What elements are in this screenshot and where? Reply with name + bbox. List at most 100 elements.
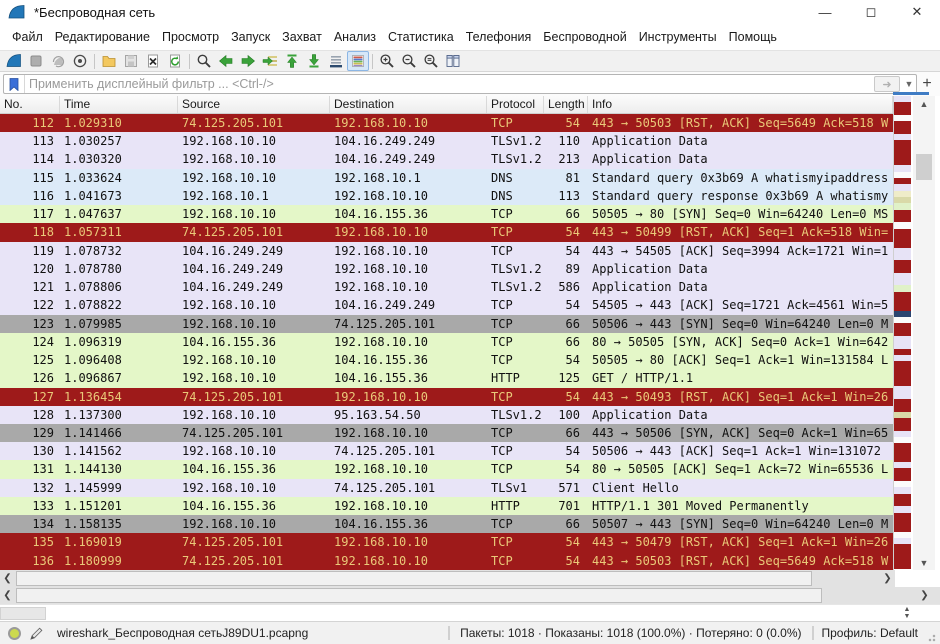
packet-row[interactable]: 132 1.145999 192.168.10.10 74.125.205.10… xyxy=(0,479,893,497)
filter-bookmark-icon[interactable] xyxy=(4,75,25,93)
packet-row[interactable]: 127 1.136454 74.125.205.101 192.168.10.1… xyxy=(0,388,893,406)
capture-options-icon[interactable] xyxy=(69,51,91,71)
scroll-up-icon[interactable]: ▲ xyxy=(913,96,935,111)
column-header-no[interactable]: No. xyxy=(0,96,60,113)
zoom-out-icon[interactable] xyxy=(398,51,420,71)
packet-list-header: No. Time Source Destination Protocol Len… xyxy=(0,96,893,114)
menu-wireless[interactable]: Беспроводной xyxy=(537,26,632,48)
packet-row[interactable]: 119 1.078732 104.16.249.249 192.168.10.1… xyxy=(0,242,893,260)
menu-go[interactable]: Запуск xyxy=(225,26,276,48)
packet-row[interactable]: 114 1.030320 192.168.10.10 104.16.249.24… xyxy=(0,150,893,168)
filter-dropdown-icon[interactable]: ▼ xyxy=(902,75,916,93)
cell-no: 125 xyxy=(0,351,60,369)
menu-analyze[interactable]: Анализ xyxy=(328,26,382,48)
scroll-right-icon[interactable]: ❯ xyxy=(880,570,895,587)
packet-list-hscrollbar[interactable]: ❮ ❯ xyxy=(0,570,895,587)
auto-scroll-icon[interactable] xyxy=(325,51,347,71)
menu-tools[interactable]: Инструменты xyxy=(633,26,723,48)
packet-row[interactable]: 134 1.158135 192.168.10.10 104.16.155.36… xyxy=(0,515,893,533)
intelligent-scrollbar-minimap[interactable] xyxy=(893,96,911,570)
zoom-original-icon[interactable] xyxy=(420,51,442,71)
cell-length: 89 xyxy=(544,260,588,278)
expert-info-icon[interactable] xyxy=(8,627,21,640)
packet-row[interactable]: 131 1.144130 104.16.155.36 192.168.10.10… xyxy=(0,460,893,478)
close-button[interactable]: ✕ xyxy=(894,0,940,24)
menu-capture[interactable]: Захват xyxy=(276,26,328,48)
menu-help[interactable]: Помощь xyxy=(723,26,783,48)
vertical-scrollbar[interactable]: ▲ ▼ xyxy=(913,96,935,570)
cell-source: 192.168.10.1 xyxy=(178,187,330,205)
minimize-button[interactable]: — xyxy=(802,0,848,24)
reload-file-icon[interactable] xyxy=(164,51,186,71)
hscrollbar-thumb[interactable] xyxy=(16,571,812,586)
packet-row[interactable]: 124 1.096319 104.16.155.36 192.168.10.10… xyxy=(0,333,893,351)
scroll-left-icon[interactable]: ❮ xyxy=(0,587,15,604)
packet-row[interactable]: 123 1.079985 192.168.10.10 74.125.205.10… xyxy=(0,315,893,333)
packet-row[interactable]: 120 1.078780 104.16.249.249 192.168.10.1… xyxy=(0,260,893,278)
column-header-length[interactable]: Length xyxy=(544,96,588,113)
column-header-source[interactable]: Source xyxy=(178,96,330,113)
scroll-down-icon[interactable]: ▼ xyxy=(913,555,935,570)
packet-row[interactable]: 115 1.033624 192.168.10.10 192.168.10.1 … xyxy=(0,169,893,187)
cell-destination: 104.16.155.36 xyxy=(330,205,487,223)
packet-row[interactable]: 118 1.057311 74.125.205.101 192.168.10.1… xyxy=(0,223,893,241)
packet-row[interactable]: 128 1.137300 192.168.10.10 95.163.54.50 … xyxy=(0,406,893,424)
go-to-packet-icon[interactable] xyxy=(259,51,281,71)
packet-row[interactable]: 136 1.180999 74.125.205.101 192.168.10.1… xyxy=(0,552,893,570)
hscrollbar-thumb[interactable] xyxy=(16,588,822,603)
start-capture-icon[interactable] xyxy=(3,51,25,71)
column-header-protocol[interactable]: Protocol xyxy=(487,96,544,113)
restart-capture-icon[interactable] xyxy=(47,51,69,71)
column-header-info[interactable]: Info xyxy=(588,96,893,113)
menu-file[interactable]: Файл xyxy=(6,26,49,48)
capture-comment-icon[interactable] xyxy=(27,626,45,641)
profile-label[interactable]: Профиль: Default xyxy=(814,626,929,640)
resize-columns-icon[interactable] xyxy=(442,51,464,71)
menu-view[interactable]: Просмотр xyxy=(156,26,225,48)
column-header-time[interactable]: Time xyxy=(60,96,178,113)
packet-row[interactable]: 112 1.029310 74.125.205.101 192.168.10.1… xyxy=(0,114,893,132)
previous-packet-icon[interactable] xyxy=(215,51,237,71)
packet-row[interactable]: 126 1.096867 192.168.10.10 104.16.155.36… xyxy=(0,369,893,387)
resize-grip[interactable] xyxy=(928,632,938,642)
packet-row[interactable]: 117 1.047637 192.168.10.10 104.16.155.36… xyxy=(0,205,893,223)
cell-no: 132 xyxy=(0,479,60,497)
scroll-left-icon[interactable]: ❮ xyxy=(0,570,15,587)
column-header-destination[interactable]: Destination xyxy=(330,96,487,113)
menu-telephony[interactable]: Телефония xyxy=(460,26,538,48)
save-file-icon[interactable] xyxy=(120,51,142,71)
cell-time: 1.096319 xyxy=(60,333,178,351)
packet-row[interactable]: 135 1.169019 74.125.205.101 192.168.10.1… xyxy=(0,533,893,551)
next-packet-icon[interactable] xyxy=(237,51,259,71)
apply-filter-icon[interactable]: ➜ xyxy=(874,76,900,92)
display-filter-input[interactable] xyxy=(25,77,874,91)
find-packet-icon[interactable] xyxy=(193,51,215,71)
packet-row[interactable]: 122 1.078822 192.168.10.10 104.16.249.24… xyxy=(0,296,893,314)
menu-statistics[interactable]: Статистика xyxy=(382,26,460,48)
open-file-icon[interactable] xyxy=(98,51,120,71)
cell-length: 66 xyxy=(544,205,588,223)
colorize-packets-icon[interactable] xyxy=(347,51,369,71)
stop-capture-icon[interactable] xyxy=(25,51,47,71)
packet-row[interactable]: 129 1.141466 74.125.205.101 192.168.10.1… xyxy=(0,424,893,442)
display-filter-field[interactable]: ➜ ▼ xyxy=(3,74,917,94)
packet-row[interactable]: 113 1.030257 192.168.10.10 104.16.249.24… xyxy=(0,132,893,150)
collapsed-scroll-arrows[interactable]: ▲▼ xyxy=(900,606,914,620)
add-filter-button[interactable]: + xyxy=(917,75,937,93)
packet-row[interactable]: 133 1.151201 104.16.155.36 192.168.10.10… xyxy=(0,497,893,515)
maximize-button[interactable]: ◻ xyxy=(848,0,894,24)
packet-row[interactable]: 116 1.041673 192.168.10.1 192.168.10.10 … xyxy=(0,187,893,205)
packet-row[interactable]: 121 1.078806 104.16.249.249 192.168.10.1… xyxy=(0,278,893,296)
scroll-right-icon[interactable]: ❯ xyxy=(917,587,932,604)
zoom-in-icon[interactable] xyxy=(376,51,398,71)
close-file-icon[interactable] xyxy=(142,51,164,71)
packet-row[interactable]: 125 1.096408 192.168.10.10 104.16.155.36… xyxy=(0,351,893,369)
menu-edit[interactable]: Редактирование xyxy=(49,26,156,48)
packet-row[interactable]: 130 1.141562 192.168.10.10 74.125.205.10… xyxy=(0,442,893,460)
last-packet-icon[interactable] xyxy=(303,51,325,71)
lower-hscrollbar[interactable]: ❮ ❯ xyxy=(0,587,940,604)
collapsed-pane-handle[interactable] xyxy=(0,607,46,620)
first-packet-icon[interactable] xyxy=(281,51,303,71)
cell-info: 443 → 50499 [RST, ACK] Seq=1 Ack=518 Win… xyxy=(588,223,893,241)
vertical-scrollbar-thumb[interactable] xyxy=(916,154,932,180)
